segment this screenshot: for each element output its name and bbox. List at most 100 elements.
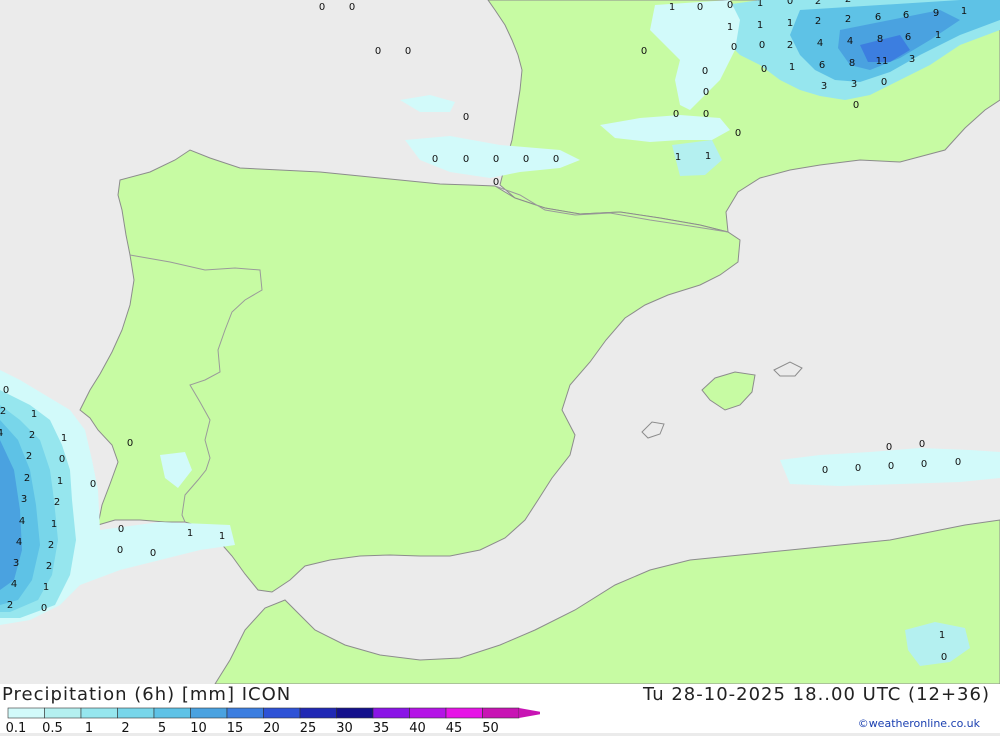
legend-color-box: [7, 707, 45, 719]
legend-tick-label: 10: [190, 721, 207, 736]
precip-value-label: 1: [675, 152, 681, 163]
legend-color-boxes: [7, 707, 540, 719]
precip-value-label: 1: [51, 519, 57, 530]
precip-value-label: 0: [886, 442, 892, 453]
legend-tick-label: 35: [373, 721, 390, 736]
precip-value-label: 0: [941, 652, 947, 663]
legend-tick-label: 5: [158, 721, 166, 736]
precip-value-label: 1: [935, 30, 941, 41]
precip-value-label: 0: [673, 109, 679, 120]
legend-color-box: [409, 707, 447, 719]
precip-value-label: 2: [46, 561, 52, 572]
precip-value-label: 0: [118, 524, 124, 535]
legend-tick-label: 2: [121, 721, 129, 736]
precip-value-label: 4: [19, 516, 25, 527]
precip-value-label: 8: [849, 58, 855, 69]
legend-color-box: [226, 707, 264, 719]
precip-value-label: 0: [59, 454, 65, 465]
precip-value-label: 6: [903, 10, 909, 21]
precip-value-label: 4: [16, 537, 22, 548]
legend-color-box: [263, 707, 301, 719]
precip-value-label: 0: [881, 77, 887, 88]
precip-value-label: 2: [815, 0, 821, 7]
legend-color-box: [372, 707, 410, 719]
precip-value-label: 2: [54, 497, 60, 508]
legend-color-box: [44, 707, 82, 719]
precip-value-label: 0: [855, 463, 861, 474]
footer-bar: Precipitation (6h) [mm] ICON Tu 28-10-20…: [0, 684, 1000, 736]
precip-value-label: 0: [463, 154, 469, 165]
legend-color-box: [336, 707, 374, 719]
precip-value-label: 6: [905, 32, 911, 43]
precip-value-label: 8: [877, 34, 883, 45]
precip-value-label: 4: [817, 38, 823, 49]
legend-tick-label: 50: [482, 721, 499, 736]
precip-value-label: 2: [24, 473, 30, 484]
precip-value-label: 0: [432, 154, 438, 165]
legend-tick-label: 25: [300, 721, 317, 736]
precip-value-label: 1: [43, 582, 49, 593]
legend-tick-label: 30: [336, 721, 353, 736]
precip-value-label: 4: [0, 428, 3, 439]
precip-value-label: 1: [57, 476, 63, 487]
precip-value-label: 1: [757, 0, 763, 9]
precip-value-label: 0: [702, 66, 708, 77]
precip-value-label: 1: [187, 528, 193, 539]
precip-value-label: 0: [853, 100, 859, 111]
precip-value-label: 0: [493, 154, 499, 165]
precip-value-label: 1: [669, 2, 675, 13]
legend-color-box: [117, 707, 155, 719]
precip-value-label: 2: [787, 40, 793, 51]
precip-value-label: 3: [13, 558, 19, 569]
precip-value-label: 1: [787, 18, 793, 29]
precip-value-label: 3: [821, 81, 827, 92]
precip-value-label: 0: [553, 154, 559, 165]
precip-value-label: 1: [961, 6, 967, 17]
precip-value-label: 0: [727, 0, 733, 11]
precip-value-label: 0: [919, 439, 925, 450]
precip-value-label: 2: [26, 451, 32, 462]
legend-tick-label: 40: [409, 721, 426, 736]
precip-value-label: 1: [219, 531, 225, 542]
precip-legend: 0.1 0.5 1 2 5 10 15 20 25 30 35 40 45 50: [6, 707, 540, 736]
precipitation-map: 0000000000010010221112266910002448610016…: [0, 0, 1000, 684]
map-timestamp: Tu 28-10-2025 18..00 UTC (12+36): [642, 684, 990, 705]
credit-link[interactable]: ©weatheronline.co.uk: [858, 717, 980, 730]
precip-value-label: 0: [703, 109, 709, 120]
precip-value-label: 1: [939, 630, 945, 641]
precip-value-label: 0: [921, 459, 927, 470]
legend-tick-label: 1: [85, 721, 93, 736]
precip-value-label: 1: [61, 433, 67, 444]
precip-value-label: 0: [703, 87, 709, 98]
precip-value-label: 0: [759, 40, 765, 51]
legend-color-box: [153, 707, 191, 719]
precip-value-label: 0: [641, 46, 647, 57]
precip-value-label: 0: [117, 545, 123, 556]
precip-value-label: 0: [761, 64, 767, 75]
precip-value-label: 0: [735, 128, 741, 139]
legend-tick-label: 0.5: [42, 721, 63, 736]
precip-value-label: 4: [11, 579, 17, 590]
precip-value-label: 2: [48, 540, 54, 551]
precip-value-label: 0: [523, 154, 529, 165]
precip-value-label: 0: [41, 603, 47, 614]
precip-value-label: 6: [819, 60, 825, 71]
precip-value-label: 3: [909, 54, 915, 65]
precip-value-label: 0: [349, 2, 355, 13]
legend-tick-labels: 0.1 0.5 1 2 5 10 15 20 25 30 35 40 45 50: [6, 721, 499, 736]
precip-value-label: 0: [150, 548, 156, 559]
legend-tick-label: 0.1: [6, 721, 27, 736]
precip-value-label: 2: [0, 406, 6, 417]
legend-arrow: [519, 708, 540, 718]
precip-value-label: 0: [822, 465, 828, 476]
legend-color-box: [482, 707, 520, 719]
legend-color-box: [80, 707, 118, 719]
precip-value-label: 3: [21, 494, 27, 505]
precip-value-label: 1: [789, 62, 795, 73]
legend-color-box: [445, 707, 483, 719]
precip-value-label: 0: [405, 46, 411, 57]
precip-value-label: 4: [847, 36, 853, 47]
precip-value-label: 0: [955, 457, 961, 468]
legend-color-box: [299, 707, 337, 719]
precip-value-label: 2: [7, 600, 13, 611]
